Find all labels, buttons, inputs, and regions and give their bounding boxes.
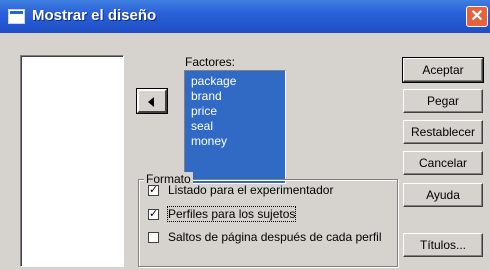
checkbox-subject-profiles[interactable]: ✓ xyxy=(148,208,159,220)
accept-button[interactable]: Aceptar xyxy=(402,57,484,83)
dialog-body: Factores: package brand price seal money… xyxy=(0,33,490,270)
reset-button[interactable]: Restablecer xyxy=(403,120,483,144)
close-button[interactable]: ✕ xyxy=(466,6,488,27)
arrow-left-icon xyxy=(148,97,154,107)
factor-item-seal[interactable]: seal xyxy=(191,119,285,134)
factor-item-brand[interactable]: brand xyxy=(191,89,285,104)
move-variable-button[interactable] xyxy=(136,88,168,114)
window-title: Mostrar el diseño xyxy=(32,7,157,24)
factors-list[interactable]: package brand price seal money xyxy=(184,70,286,184)
paste-button[interactable]: Pegar xyxy=(403,89,483,113)
option-label: Listado para el experimentador xyxy=(168,183,334,197)
source-variable-list[interactable] xyxy=(20,55,124,267)
option-subject-profiles[interactable]: ✓ Perfiles para los sujetos xyxy=(148,206,297,222)
factor-item-money[interactable]: money xyxy=(191,134,285,149)
titles-button[interactable]: Títulos... xyxy=(403,233,483,257)
factor-item-price[interactable]: price xyxy=(191,104,285,119)
window-icon xyxy=(8,9,25,24)
option-page-breaks[interactable]: Saltos de página después de cada perfil xyxy=(148,230,382,244)
help-button[interactable]: Ayuda xyxy=(403,183,483,207)
checkbox-experimenter-listing[interactable]: ✓ xyxy=(148,184,159,196)
title-bar[interactable]: Mostrar el diseño ✕ xyxy=(0,0,490,33)
cancel-button[interactable]: Cancelar xyxy=(403,151,483,175)
checkbox-page-breaks[interactable] xyxy=(148,231,159,243)
option-experimenter-listing[interactable]: ✓ Listado para el experimentador xyxy=(148,183,333,197)
option-label: Perfiles para los sujetos xyxy=(166,206,297,222)
factor-item-package[interactable]: package xyxy=(191,74,285,89)
factors-label: Factores: xyxy=(185,55,236,69)
option-label: Saltos de página después de cada perfil xyxy=(168,230,382,244)
